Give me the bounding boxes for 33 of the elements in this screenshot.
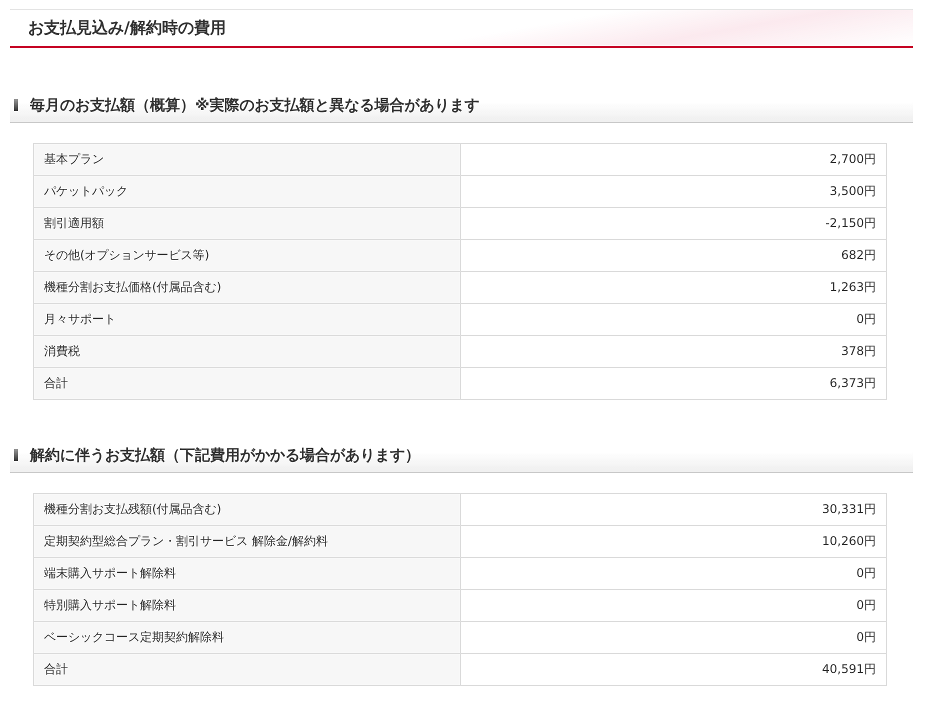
table-cell: 1,263円 (460, 272, 886, 304)
table-cell: 0円 (460, 304, 886, 336)
table-cell: 割引適用額 (34, 208, 460, 240)
table-cell: 合計 (34, 368, 460, 400)
heading-marker-icon (14, 99, 18, 111)
table-cell: 機種分割お支払価格(付属品含む) (34, 272, 460, 304)
table-cell: 基本プラン (34, 144, 460, 176)
table-cell: 合計 (34, 654, 460, 686)
table-cell: 定期契約型総合プラン・割引サービス 解除金/解約料 (34, 526, 460, 558)
section-heading: 毎月のお支払額（概算）※実際のお支払額と異なる場合があります (30, 96, 480, 114)
table-cell: 0円 (460, 558, 886, 590)
heading-marker-icon (14, 449, 18, 461)
table-cell: 端末購入サポート解除料 (34, 558, 460, 590)
table-cell: ベーシックコース定期契約解除料 (34, 622, 460, 654)
section-heading: 解約に伴うお支払額（下記費用がかかる場合があります） (30, 446, 420, 464)
table-cell: 40,591円 (460, 654, 886, 686)
table-cell: 0円 (460, 622, 886, 654)
table-cell: 2,700円 (460, 144, 886, 176)
table-cell: 10,260円 (460, 526, 886, 558)
table-cell: 特別購入サポート解除料 (34, 590, 460, 622)
table-cell: 3,500円 (460, 176, 886, 208)
table-cell: 378円 (460, 336, 886, 368)
table-cell: 682円 (460, 240, 886, 272)
table-cell: 月々サポート (34, 304, 460, 336)
table-cell: その他(オプションサービス等) (34, 240, 460, 272)
table-cell: 消費税 (34, 336, 460, 368)
table-cell: 30,331円 (460, 494, 886, 526)
table-cell: -2,150円 (460, 208, 886, 240)
page-title: お支払見込み/解約時の費用 (28, 18, 226, 38)
table-cell: 0円 (460, 590, 886, 622)
table-cell: 6,373円 (460, 368, 886, 400)
table-cell: パケットパック (34, 176, 460, 208)
table-cell: 機種分割お支払残額(付属品含む) (34, 494, 460, 526)
